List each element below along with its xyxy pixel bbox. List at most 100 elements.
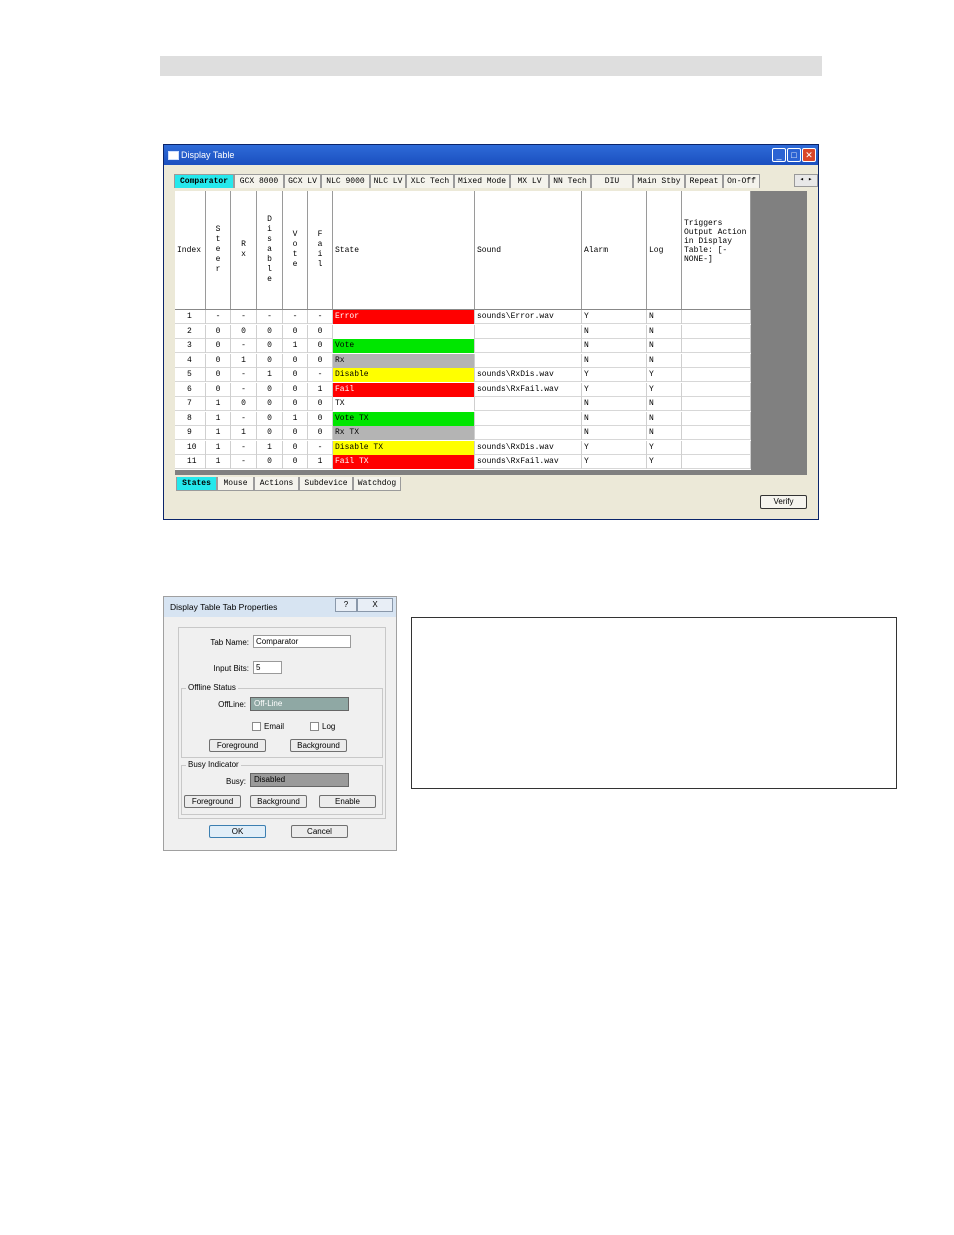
- cell-triggers[interactable]: [682, 368, 751, 382]
- tab-name-input[interactable]: Comparator: [253, 635, 351, 648]
- cell-triggers[interactable]: [682, 426, 751, 440]
- cell-index[interactable]: 7: [175, 397, 206, 411]
- cell-fail[interactable]: 0: [308, 324, 333, 339]
- tab-scroll-arrows-icon[interactable]: ◂ ▸: [794, 174, 818, 187]
- table-row[interactable]: 9 1 1 0 0 0 Rx TX N N: [175, 426, 751, 440]
- cell-alarm[interactable]: N: [582, 339, 647, 353]
- cell-index[interactable]: 9: [175, 426, 206, 440]
- column-header-log[interactable]: Log: [647, 191, 682, 309]
- cell-rx[interactable]: 1: [231, 353, 257, 368]
- cell-triggers[interactable]: [682, 339, 751, 353]
- cell-sound[interactable]: sounds\RxFail.wav: [475, 455, 582, 469]
- cell-rx[interactable]: 1: [231, 426, 257, 440]
- input-bits-input[interactable]: 5: [253, 661, 282, 674]
- cell-index[interactable]: 10: [175, 440, 206, 455]
- section-tab-states[interactable]: States: [176, 477, 217, 491]
- cell-alarm[interactable]: N: [582, 353, 647, 368]
- table-row[interactable]: 200000NN: [175, 324, 751, 339]
- cell-log[interactable]: N: [647, 411, 682, 426]
- cell-rx[interactable]: -: [231, 368, 257, 382]
- cell-triggers[interactable]: [682, 440, 751, 455]
- cell-log[interactable]: N: [647, 397, 682, 411]
- section-tab-mouse[interactable]: Mouse: [217, 477, 254, 491]
- cell-steer[interactable]: 0: [206, 339, 231, 353]
- maximize-button[interactable]: □: [787, 148, 801, 162]
- enable-button[interactable]: Enable: [319, 795, 376, 808]
- cell-log[interactable]: Y: [647, 455, 682, 469]
- email-checkbox[interactable]: [252, 722, 261, 731]
- cell-rx[interactable]: -: [231, 455, 257, 469]
- cell-log[interactable]: N: [647, 339, 682, 353]
- tab-nlc-9000[interactable]: NLC 9000: [321, 174, 370, 188]
- cell-vote[interactable]: 0: [283, 426, 308, 440]
- cell-index[interactable]: 11: [175, 455, 206, 469]
- cell-steer[interactable]: 1: [206, 440, 231, 455]
- tab-mx-lv[interactable]: MX LV: [510, 174, 549, 188]
- log-checkbox[interactable]: [310, 722, 319, 731]
- cell-triggers[interactable]: [682, 324, 751, 339]
- cell-vote[interactable]: -: [283, 310, 308, 324]
- offline-background-button[interactable]: Background: [290, 739, 347, 752]
- cell-triggers[interactable]: [682, 397, 751, 411]
- cell-steer[interactable]: -: [206, 310, 231, 324]
- cell-index[interactable]: 5: [175, 368, 206, 382]
- cell-log[interactable]: Y: [647, 368, 682, 382]
- cell-alarm[interactable]: N: [582, 324, 647, 339]
- cell-index[interactable]: 1: [175, 310, 206, 324]
- cell-vote[interactable]: 0: [283, 382, 308, 397]
- cell-state[interactable]: Disable TX: [333, 440, 475, 455]
- cell-state[interactable]: Error: [333, 310, 475, 324]
- column-header-disable[interactable]: Disable: [257, 191, 283, 309]
- cell-index[interactable]: 2: [175, 324, 206, 339]
- cell-steer[interactable]: 0: [206, 368, 231, 382]
- cell-fail[interactable]: 0: [308, 353, 333, 368]
- cell-rx[interactable]: -: [231, 310, 257, 324]
- table-row[interactable]: 11 1-0 0 1 Fail TX sounds\RxFail.wav Y Y: [175, 455, 751, 469]
- cell-disable[interactable]: 0: [257, 426, 283, 440]
- cell-vote[interactable]: 0: [283, 455, 308, 469]
- table-row[interactable]: 8 1-0 1 0 Vote TX N N: [175, 411, 751, 426]
- cell-rx[interactable]: -: [231, 382, 257, 397]
- cell-index[interactable]: 4: [175, 353, 206, 368]
- cell-rx[interactable]: -: [231, 440, 257, 455]
- cell-alarm[interactable]: Y: [582, 440, 647, 455]
- cell-disable[interactable]: 0: [257, 324, 283, 339]
- verify-button[interactable]: Verify: [760, 495, 807, 509]
- cell-vote[interactable]: 0: [283, 397, 308, 411]
- cell-rx[interactable]: -: [231, 411, 257, 426]
- cell-state[interactable]: Vote TX: [333, 411, 475, 426]
- cell-steer[interactable]: 1: [206, 397, 231, 411]
- cell-triggers[interactable]: [682, 310, 751, 324]
- cell-alarm[interactable]: N: [582, 397, 647, 411]
- section-tab-subdevice[interactable]: Subdevice: [299, 477, 353, 491]
- cell-sound[interactable]: sounds\Error.wav: [475, 310, 582, 324]
- section-tab-actions[interactable]: Actions: [254, 477, 299, 491]
- busy-background-button[interactable]: Background: [250, 795, 307, 808]
- cell-steer[interactable]: 1: [206, 455, 231, 469]
- cell-state[interactable]: Rx TX: [333, 426, 475, 440]
- busy-foreground-button[interactable]: Foreground: [184, 795, 241, 808]
- cell-sound[interactable]: [475, 411, 582, 426]
- cell-index[interactable]: 6: [175, 382, 206, 397]
- cell-state[interactable]: [333, 324, 475, 339]
- tab-nlc-lv[interactable]: NLC LV: [370, 174, 406, 188]
- cell-log[interactable]: N: [647, 426, 682, 440]
- cell-triggers[interactable]: [682, 411, 751, 426]
- cell-fail[interactable]: 1: [308, 382, 333, 397]
- cell-sound[interactable]: [475, 353, 582, 368]
- cell-vote[interactable]: 1: [283, 339, 308, 353]
- offline-foreground-button[interactable]: Foreground: [209, 739, 266, 752]
- column-header-trig[interactable]: Triggers Output Action in Display Table:…: [682, 191, 751, 309]
- busy-color-swatch[interactable]: Disabled: [250, 773, 349, 787]
- cell-log[interactable]: N: [647, 353, 682, 368]
- table-row[interactable]: 6 0-0 0 1 Fail sounds\RxFail.wav Y Y: [175, 382, 751, 397]
- close-button[interactable]: ✕: [802, 148, 816, 162]
- column-header-index[interactable]: Index: [175, 191, 206, 309]
- tab-mixed-mode[interactable]: Mixed Mode: [454, 174, 510, 188]
- tab-repeat[interactable]: Repeat: [685, 174, 723, 188]
- cell-vote[interactable]: 0: [283, 440, 308, 455]
- cell-disable[interactable]: 1: [257, 440, 283, 455]
- cell-state[interactable]: TX: [333, 397, 475, 411]
- column-header-steer[interactable]: Steer: [206, 191, 231, 309]
- cell-log[interactable]: N: [647, 310, 682, 324]
